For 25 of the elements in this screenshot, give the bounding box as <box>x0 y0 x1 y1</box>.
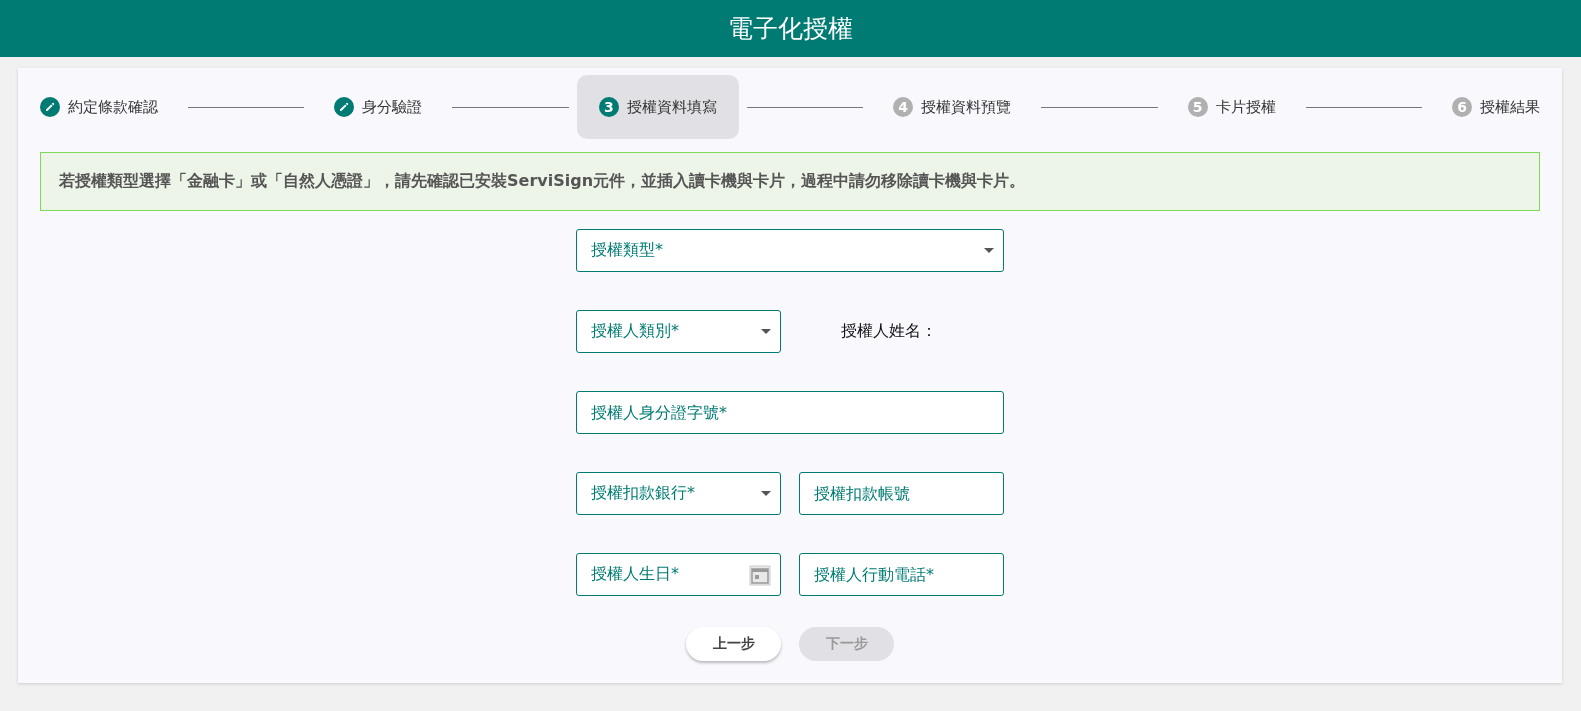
step-number: 4 <box>893 97 914 117</box>
step-number: 6 <box>1452 97 1473 117</box>
dropdown-field[interactable]: 授權扣款銀行* <box>576 472 781 515</box>
calendar-icon <box>749 563 771 586</box>
caret-icon <box>984 248 994 253</box>
step-label: 身分驗證 <box>362 97 423 117</box>
caret-icon <box>761 491 771 496</box>
name-label: 授權人姓名： <box>841 321 937 342</box>
step-label: 授權結果 <box>1480 97 1541 117</box>
step-button[interactable]: 上一步 <box>686 627 781 661</box>
step-label: 授權資料填寫 <box>626 97 717 117</box>
step-label: 授權資料預覽 <box>921 97 1012 117</box>
input-field[interactable]: 授權扣款帳號 <box>799 472 1004 515</box>
input-field[interactable]: 授權人行動電話* <box>799 553 1004 596</box>
step-label: 約定條款確認 <box>68 97 158 117</box>
date-field[interactable]: 授權人生日* <box>576 553 781 596</box>
step-number: 3 <box>598 97 619 117</box>
dropdown-field[interactable]: 授權類型* <box>576 229 1004 272</box>
dropdown-field[interactable]: 授權人類別* <box>576 310 781 353</box>
step-label: 卡片授權 <box>1215 97 1276 117</box>
caret-icon <box>761 329 771 334</box>
input-field[interactable]: 授權人身分證字號* <box>576 391 1004 434</box>
step-number: 5 <box>1187 97 1208 117</box>
page-title: 電子化授權 <box>728 13 853 45</box>
notice-message: 若授權類型選擇「金融卡」或「自然人憑證」，請先確認已安裝ServiSign元件，並插入讀卡機與卡片，過程中請勿移除讀卡機與卡片。 <box>40 152 1540 211</box>
